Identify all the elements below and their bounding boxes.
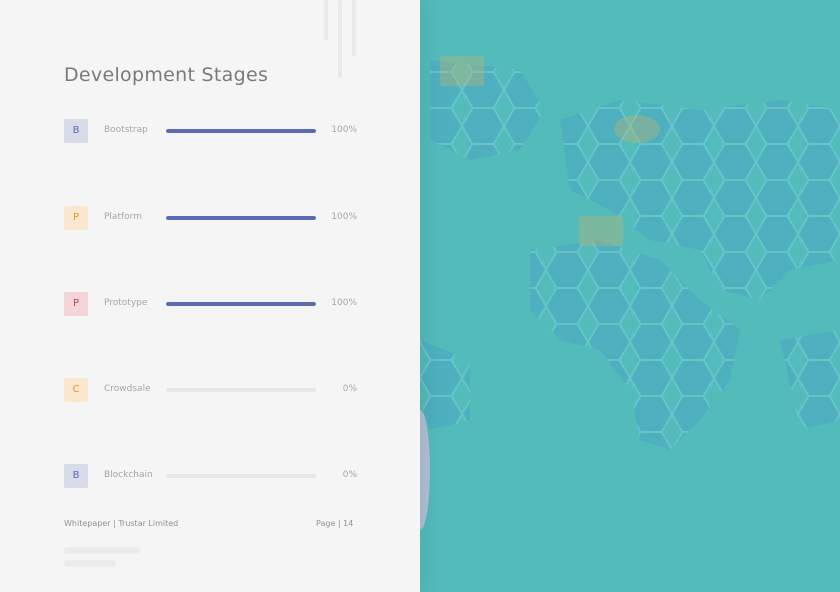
stage-row: P Platform 100% (64, 206, 364, 230)
blurred-text (64, 547, 140, 554)
progress-fill (166, 302, 316, 306)
progress-bar (166, 474, 316, 478)
stage-label: Bootstrap (104, 125, 148, 135)
stage-label: Prototype (104, 298, 148, 308)
page-title: Development Stages (64, 64, 269, 86)
blurred-text (64, 560, 116, 567)
stage-row: B Bootstrap 100% (64, 119, 364, 143)
progress-percent: 0% (342, 470, 357, 480)
stage-badge: P (64, 292, 88, 316)
map-marker-2 (614, 115, 660, 143)
stage-badge: B (64, 119, 88, 143)
footer-document-name: Whitepaper | Trustar Limited (64, 519, 179, 528)
progress-fill (166, 216, 316, 220)
stage-badge: C (64, 378, 88, 402)
progress-bar (166, 129, 316, 133)
progress-percent: 100% (331, 298, 357, 308)
progress-percent: 100% (331, 125, 357, 135)
map-marker-1 (440, 56, 484, 86)
stage-label: Platform (104, 212, 142, 222)
map-marker-3 (579, 216, 623, 246)
stage-row: C Crowdsale 0% (64, 378, 364, 402)
stage-row: B Blockchain 0% (64, 464, 364, 488)
progress-bar (166, 302, 316, 306)
decorative-line (352, 0, 356, 56)
progress-bar (166, 216, 316, 220)
progress-percent: 100% (331, 212, 357, 222)
decorative-line (338, 0, 342, 78)
stage-badge: B (64, 464, 88, 488)
decorative-line (324, 0, 328, 40)
progress-bar (166, 388, 316, 392)
progress-fill (166, 129, 316, 133)
document-page: Development Stages B Bootstrap 100% P Platfo… (0, 0, 420, 592)
progress-percent: 0% (342, 384, 357, 394)
stage-label: Crowdsale (104, 384, 151, 394)
stage-row: P Prototype 100% (64, 292, 364, 316)
stage-label: Blockchain (104, 470, 153, 480)
footer-page-number: Page | 14 (316, 519, 354, 528)
stage-badge: P (64, 206, 88, 230)
